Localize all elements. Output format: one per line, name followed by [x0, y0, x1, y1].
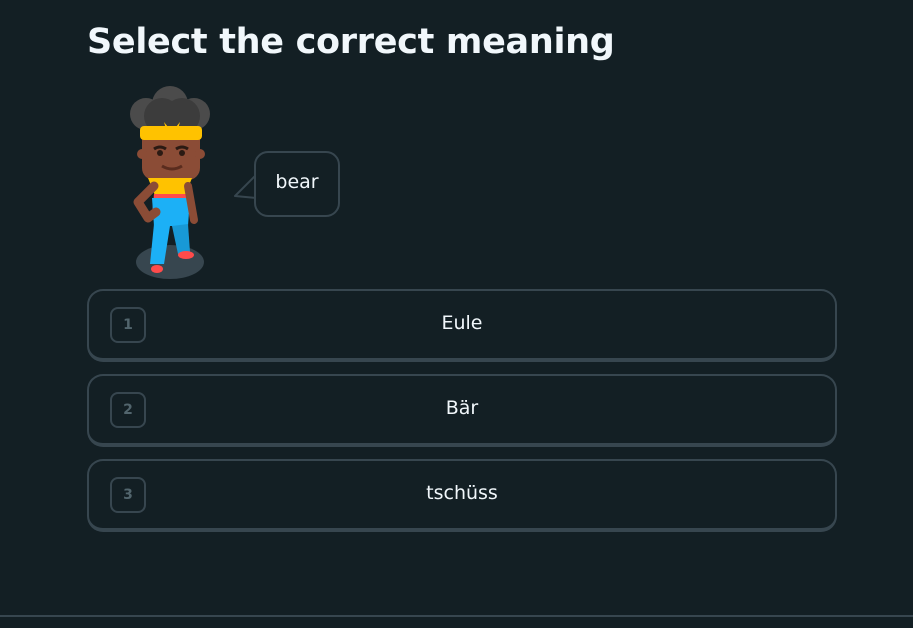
choice-label: Bär — [445, 397, 479, 419]
lesson-page: Select the correct meaning bear 1 Eule 2… — [0, 0, 913, 628]
choice-label: Eule — [441, 312, 483, 334]
choice-list: 1 Eule 2 Bär 3 tschüss — [87, 289, 837, 544]
character-illustration — [130, 86, 210, 279]
footer-divider — [0, 615, 913, 617]
choice-option-2[interactable]: 2 Bär — [87, 374, 837, 447]
page-title: Select the correct meaning — [87, 22, 615, 62]
choice-option-1[interactable]: 1 Eule — [87, 289, 837, 362]
speech-bubble: bear — [254, 151, 340, 217]
choice-option-3[interactable]: 3 tschüss — [87, 459, 837, 532]
prompt-word: bear — [275, 171, 319, 193]
choice-label: tschüss — [426, 482, 498, 504]
